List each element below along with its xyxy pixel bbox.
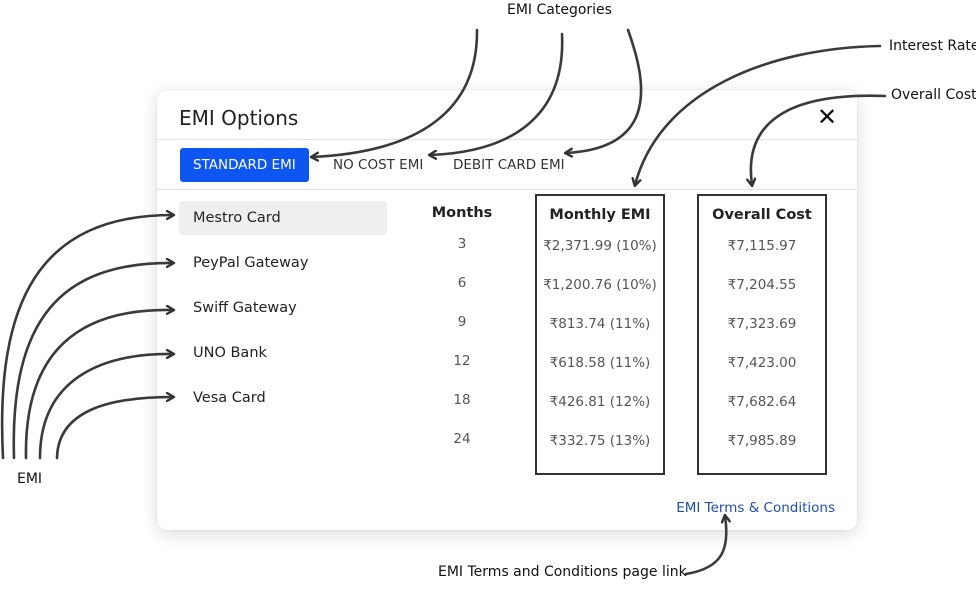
header-divider [157,139,857,140]
annotation-emi: EMI [17,471,43,487]
provider-item-peypal-gateway[interactable]: PeyPal Gateway [179,246,387,280]
arrow-to-swiff-gateway [24,310,173,460]
months-header: Months [431,205,493,221]
arrow-to-peypal-gateway [12,263,173,460]
months-cell: 12 [453,353,471,369]
months-cell: 18 [453,392,471,408]
monthly-emi-cell: ₹813.74 (11%) [549,316,651,332]
monthly-emi-cell: ₹426.81 (12%) [549,394,651,410]
terms-and-conditions-link[interactable]: EMI Terms & Conditions [676,500,835,516]
monthly-emi-cell: ₹332.75 (13%) [549,433,651,449]
provider-item-mestro-card[interactable]: Mestro Card [179,201,387,235]
annotation-emi-categories: EMI Categories [507,2,612,18]
tabs-divider [157,189,857,190]
provider-item-swiff-gateway[interactable]: Swiff Gateway [179,291,387,325]
emi-options-modal: EMI Options ✕ STANDARD EMI NO COST EMI D… [157,90,857,530]
monthly-emi-cell: ₹618.58 (11%) [549,355,651,371]
overall-cost-cell: ₹7,985.89 [727,433,797,449]
modal-title: EMI Options [179,106,299,130]
provider-item-vesa-card[interactable]: Vesa Card [179,381,387,415]
months-cell: 9 [457,314,467,330]
overall-cost-header: Overall Cost [712,207,812,223]
monthly-emi-column: Monthly EMI ₹2,371.99 (10%) ₹1,200.76 (1… [535,194,665,475]
close-icon[interactable]: ✕ [815,105,839,129]
provider-item-uno-bank[interactable]: UNO Bank [179,336,387,370]
monthly-emi-header: Monthly EMI [549,207,651,223]
months-cell: 24 [453,431,471,447]
months-cell: 6 [457,275,467,291]
annotation-interest-rate: Interest Rate [889,38,976,54]
overall-cost-cell: ₹7,323.69 [727,316,797,332]
monthly-emi-cell: ₹1,200.76 (10%) [543,277,657,293]
arrow-to-uno-bank [38,354,173,460]
tab-no-cost-emi[interactable]: NO COST EMI [333,148,423,182]
overall-cost-column: Overall Cost ₹7,115.97 ₹7,204.55 ₹7,323.… [697,194,827,475]
annotation-overall-cost: Overall Cost [891,87,976,103]
overall-cost-cell: ₹7,682.64 [727,394,797,410]
arrow-to-vesa-card [55,397,173,460]
arrow-to-mestro-card [0,215,173,460]
overall-cost-cell: ₹7,423.00 [727,355,797,371]
tab-debit-card-emi[interactable]: DEBIT CARD EMI [453,148,565,182]
months-column: Months 3 6 9 12 18 24 [422,205,502,459]
tab-standard-emi[interactable]: STANDARD EMI [180,148,309,182]
overall-cost-cell: ₹7,115.97 [727,238,797,254]
overall-cost-cell: ₹7,204.55 [727,277,797,293]
monthly-emi-cell: ₹2,371.99 (10%) [543,238,657,254]
annotation-terms-page-link: EMI Terms and Conditions page link [438,564,687,580]
months-cell: 3 [457,236,467,252]
